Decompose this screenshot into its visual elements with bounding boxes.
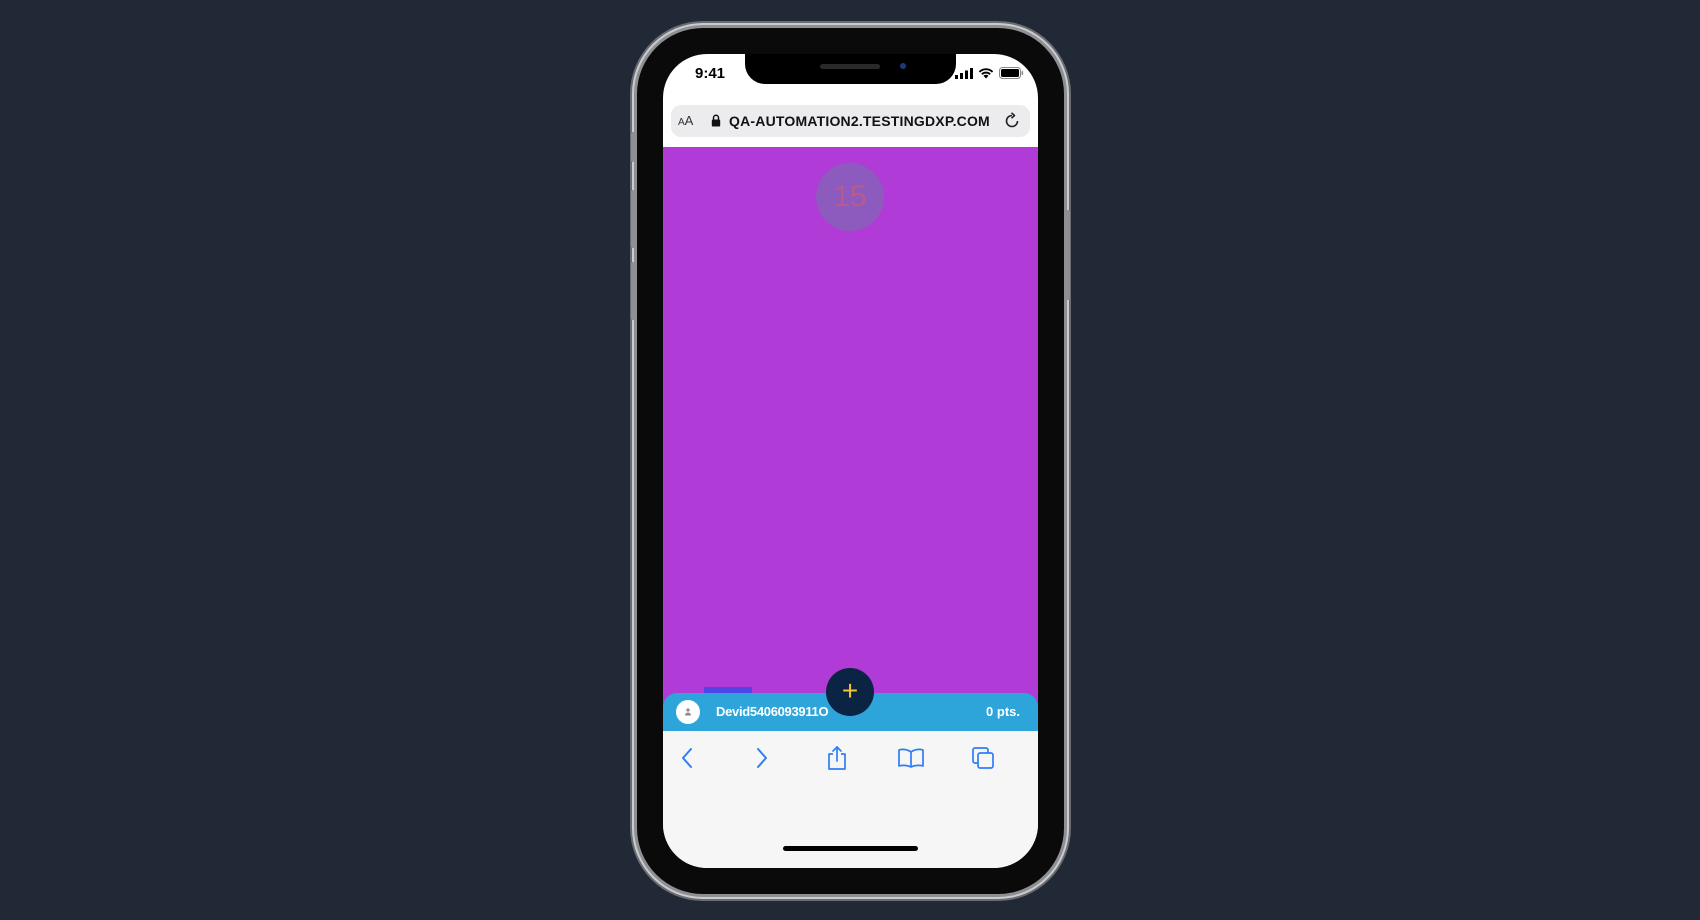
user-icon bbox=[685, 708, 691, 716]
battery-icon bbox=[999, 66, 1024, 84]
text-size-large-label: A bbox=[684, 113, 694, 128]
back-button[interactable] bbox=[672, 743, 702, 773]
back-icon bbox=[682, 748, 692, 768]
lock-icon bbox=[711, 114, 721, 132]
tabs-button[interactable] bbox=[968, 743, 998, 773]
username: Devid5406093911O bbox=[716, 704, 829, 719]
forward-button[interactable] bbox=[747, 743, 777, 773]
wifi-icon bbox=[978, 66, 994, 84]
share-button[interactable] bbox=[822, 743, 852, 773]
volume-up-button bbox=[631, 190, 635, 248]
text-size-small-label: A bbox=[678, 117, 685, 128]
speaker bbox=[820, 64, 880, 69]
points-display: 0 pts. bbox=[986, 704, 1020, 719]
browser-toolbar bbox=[663, 731, 1038, 868]
home-indicator[interactable] bbox=[783, 846, 918, 851]
status-time: 9:41 bbox=[695, 65, 726, 82]
notch bbox=[745, 54, 956, 84]
web-content: 15 bbox=[663, 147, 1038, 726]
status-icons bbox=[955, 66, 1024, 84]
power-button bbox=[1066, 210, 1070, 300]
share-icon bbox=[828, 746, 846, 770]
signal-icon bbox=[955, 66, 973, 84]
stage: 9:41 AA QA-AUTOMATION2.TESTINGDXP.COM 15… bbox=[0, 0, 1700, 920]
tabs-icon bbox=[972, 747, 994, 769]
forward-icon bbox=[757, 748, 767, 768]
bookmarks-button[interactable] bbox=[894, 743, 928, 773]
bookmarks-icon bbox=[898, 748, 924, 768]
phone-frame: 9:41 AA QA-AUTOMATION2.TESTINGDXP.COM 15… bbox=[631, 28, 1070, 894]
avatar[interactable] bbox=[676, 700, 700, 724]
countdown-timer: 15 bbox=[816, 163, 884, 231]
volume-down-button bbox=[631, 262, 635, 320]
reload-icon[interactable] bbox=[1002, 111, 1022, 136]
front-camera bbox=[900, 63, 906, 69]
mute-switch bbox=[631, 132, 635, 162]
add-button[interactable]: + bbox=[826, 668, 874, 716]
url-text[interactable]: QA-AUTOMATION2.TESTINGDXP.COM bbox=[729, 113, 990, 129]
address-bar[interactable]: AA QA-AUTOMATION2.TESTINGDXP.COM bbox=[671, 105, 1030, 137]
text-size-button[interactable]: AA bbox=[678, 113, 693, 128]
phone-screen: 9:41 AA QA-AUTOMATION2.TESTINGDXP.COM 15… bbox=[663, 54, 1038, 868]
